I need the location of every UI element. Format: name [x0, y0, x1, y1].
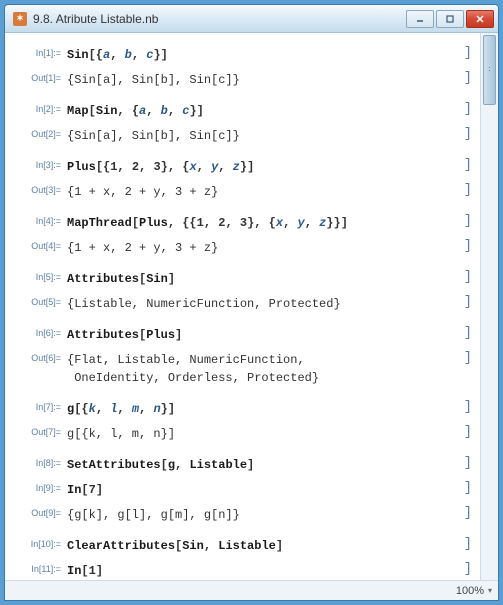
window-title: 9.8. Atribute Listable.nb: [33, 12, 406, 26]
input-cell[interactable]: In[9]:=In[7]]: [9, 480, 474, 499]
cell-label: In[7]:=: [9, 399, 67, 412]
cell-bracket-icon[interactable]: ]: [458, 238, 474, 254]
cell-label: In[10]:=: [9, 536, 67, 549]
cell-expression[interactable]: ClearAttributes[Sin, Listable]: [67, 536, 458, 555]
cell-label: In[9]:=: [9, 480, 67, 493]
output-cell[interactable]: Out[3]={1 + x, 2 + y, 3 + z}]: [9, 182, 474, 201]
minimize-button[interactable]: [406, 10, 434, 28]
scrollbar-grip-icon: [486, 65, 493, 75]
cell-label: In[4]:=: [9, 213, 67, 226]
cell-label: In[6]:=: [9, 325, 67, 338]
output-cell[interactable]: Out[4]={1 + x, 2 + y, 3 + z}]: [9, 238, 474, 257]
notebook[interactable]: In[1]:=Sin[{a, b, c}]]Out[1]={Sin[a], Si…: [5, 33, 480, 580]
minimize-icon: [415, 14, 425, 24]
content-area: In[1]:=Sin[{a, b, c}]]Out[1]={Sin[a], Si…: [5, 33, 498, 580]
cell-expression[interactable]: g[{k, l, m, n}]: [67, 399, 458, 418]
output-cell[interactable]: Out[1]={Sin[a], Sin[b], Sin[c]}]: [9, 70, 474, 89]
cell-label: In[5]:=: [9, 269, 67, 282]
titlebar[interactable]: ✶ 9.8. Atribute Listable.nb: [5, 5, 498, 33]
input-cell[interactable]: In[3]:=Plus[{1, 2, 3}, {x, y, z}]]: [9, 157, 474, 176]
close-icon: [475, 14, 485, 24]
maximize-icon: [445, 14, 455, 24]
cell-expression: {Listable, NumericFunction, Protected}: [67, 294, 458, 313]
cell-expression: {1 + x, 2 + y, 3 + z}: [67, 182, 458, 201]
cell-bracket-icon[interactable]: ]: [458, 294, 474, 310]
cell-expression: {Sin[a], Sin[b], Sin[c]}: [67, 126, 458, 145]
cell-expression: {g[k], g[l], g[m], g[n]}: [67, 505, 458, 524]
cell-label: In[2]:=: [9, 101, 67, 114]
scrollbar[interactable]: [480, 33, 498, 580]
cell-expression[interactable]: Map[Sin, {a, b, c}]: [67, 101, 458, 120]
cell-expression[interactable]: Plus[{1, 2, 3}, {x, y, z}]: [67, 157, 458, 176]
cell-expression[interactable]: In[1]: [67, 561, 458, 580]
cell-expression[interactable]: Sin[{a, b, c}]: [67, 45, 458, 64]
app-window: ✶ 9.8. Atribute Listable.nb In[1]:=Sin[{…: [4, 4, 499, 601]
cell-expression[interactable]: Attributes[Plus]: [67, 325, 458, 344]
cell-label: Out[2]=: [9, 126, 67, 139]
statusbar: 100% ▾: [5, 580, 498, 600]
cell-expression[interactable]: SetAttributes[g, Listable]: [67, 455, 458, 474]
zoom-value: 100%: [456, 585, 484, 597]
cell-expression: {1 + x, 2 + y, 3 + z}: [67, 238, 458, 257]
cell-bracket-icon[interactable]: ]: [458, 399, 474, 415]
cell-bracket-icon[interactable]: ]: [458, 480, 474, 496]
cell-label: In[3]:=: [9, 157, 67, 170]
cell-expression[interactable]: Attributes[Sin]: [67, 269, 458, 288]
cell-bracket-icon[interactable]: ]: [458, 182, 474, 198]
cell-bracket-icon[interactable]: ]: [458, 325, 474, 341]
cell-expression[interactable]: In[7]: [67, 480, 458, 499]
cell-bracket-icon[interactable]: ]: [458, 455, 474, 471]
chevron-down-icon: ▾: [488, 586, 492, 595]
cell-label: Out[4]=: [9, 238, 67, 251]
cell-label: Out[1]=: [9, 70, 67, 83]
cell-expression[interactable]: MapThread[Plus, {{1, 2, 3}, {x, y, z}}]: [67, 213, 458, 232]
input-cell[interactable]: In[4]:=MapThread[Plus, {{1, 2, 3}, {x, y…: [9, 213, 474, 232]
input-cell[interactable]: In[10]:=ClearAttributes[Sin, Listable]]: [9, 536, 474, 555]
cell-label: Out[3]=: [9, 182, 67, 195]
cell-expression: g[{k, l, m, n}]: [67, 424, 458, 443]
cell-expression: {Flat, Listable, NumericFunction, OneIde…: [67, 350, 458, 387]
cell-bracket-icon[interactable]: ]: [458, 101, 474, 117]
cell-bracket-icon[interactable]: ]: [458, 269, 474, 285]
maximize-button[interactable]: [436, 10, 464, 28]
scrollbar-thumb[interactable]: [483, 35, 496, 105]
cell-expression: {Sin[a], Sin[b], Sin[c]}: [67, 70, 458, 89]
input-cell[interactable]: In[6]:=Attributes[Plus]]: [9, 325, 474, 344]
output-cell[interactable]: Out[2]={Sin[a], Sin[b], Sin[c]}]: [9, 126, 474, 145]
app-icon: ✶: [13, 12, 27, 26]
cell-bracket-icon[interactable]: ]: [458, 505, 474, 521]
output-cell[interactable]: Out[5]={Listable, NumericFunction, Prote…: [9, 294, 474, 313]
output-cell[interactable]: Out[6]={Flat, Listable, NumericFunction,…: [9, 350, 474, 387]
input-cell[interactable]: In[2]:=Map[Sin, {a, b, c}]]: [9, 101, 474, 120]
cell-label: In[11]:=: [9, 561, 67, 574]
input-cell[interactable]: In[1]:=Sin[{a, b, c}]]: [9, 45, 474, 64]
cell-bracket-icon[interactable]: ]: [458, 45, 474, 61]
output-cell[interactable]: Out[9]={g[k], g[l], g[m], g[n]}]: [9, 505, 474, 524]
cell-bracket-icon[interactable]: ]: [458, 157, 474, 173]
input-cell[interactable]: In[8]:=SetAttributes[g, Listable]]: [9, 455, 474, 474]
cell-bracket-icon[interactable]: ]: [458, 424, 474, 440]
cell-label: Out[9]=: [9, 505, 67, 518]
cell-bracket-icon[interactable]: ]: [458, 561, 474, 577]
close-button[interactable]: [466, 10, 494, 28]
output-cell[interactable]: Out[7]=g[{k, l, m, n}]]: [9, 424, 474, 443]
cell-label: In[8]:=: [9, 455, 67, 468]
cell-bracket-icon[interactable]: ]: [458, 536, 474, 552]
cell-label: Out[6]=: [9, 350, 67, 363]
zoom-control[interactable]: 100% ▾: [456, 585, 492, 597]
cell-label: In[1]:=: [9, 45, 67, 58]
window-controls: [406, 10, 494, 28]
input-cell[interactable]: In[11]:=In[1]]: [9, 561, 474, 580]
input-cell[interactable]: In[5]:=Attributes[Sin]]: [9, 269, 474, 288]
cell-bracket-icon[interactable]: ]: [458, 126, 474, 142]
cell-label: Out[7]=: [9, 424, 67, 437]
cell-label: Out[5]=: [9, 294, 67, 307]
cell-bracket-icon[interactable]: ]: [458, 70, 474, 86]
input-cell[interactable]: In[7]:=g[{k, l, m, n}]]: [9, 399, 474, 418]
cell-bracket-icon[interactable]: ]: [458, 213, 474, 229]
cell-bracket-icon[interactable]: ]: [458, 350, 474, 366]
